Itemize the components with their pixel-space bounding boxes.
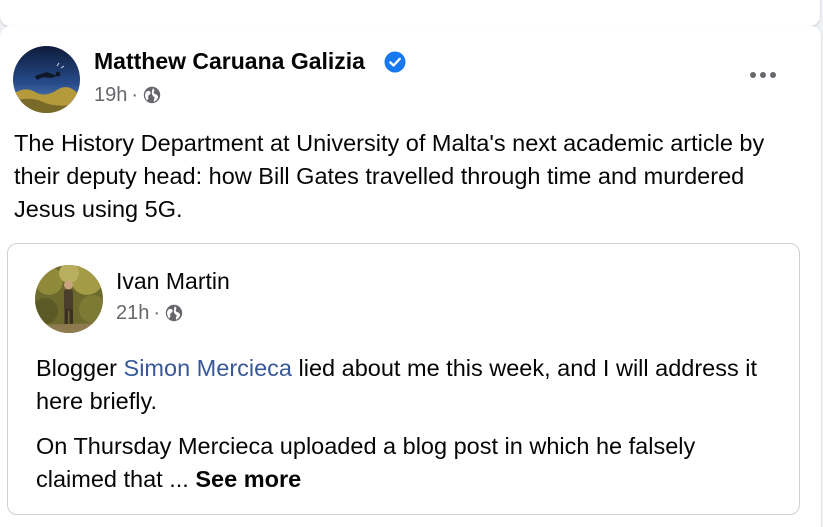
author-avatar[interactable] [13, 46, 80, 113]
more-options-icon[interactable] [740, 58, 786, 92]
post-timestamp[interactable]: 19h [94, 84, 127, 107]
author-name[interactable]: Matthew Caruana Galizia [94, 48, 365, 75]
text-segment: On Thursday Mercieca uploaded a blog pos… [36, 433, 696, 492]
dot [750, 72, 756, 78]
shared-post-timestamp[interactable]: 21h [116, 302, 149, 325]
dot [760, 72, 766, 78]
post-text: The History Department at University of … [14, 130, 765, 222]
shared-author-name[interactable]: Ivan Martin [116, 268, 230, 295]
shared-post[interactable]: Ivan Martin 21h · Blogger Simon Mercieca… [7, 243, 800, 515]
author-avatar-image [13, 46, 80, 113]
globe-icon[interactable] [164, 303, 184, 323]
shared-post-meta: 21h · [116, 301, 184, 325]
shared-author-avatar[interactable] [35, 265, 103, 333]
globe-icon[interactable] [142, 85, 162, 105]
previous-post-card [0, 0, 820, 26]
shared-paragraph-2: On Thursday Mercieca uploaded a blog pos… [36, 430, 776, 496]
meta-separator: · [153, 301, 161, 324]
verified-badge-icon [384, 51, 406, 73]
meta-separator: · [131, 83, 139, 106]
post-meta: 19h · [94, 83, 162, 107]
post-card: Matthew Caruana Galizia 19h · The Histor… [0, 26, 821, 527]
mention-link[interactable]: Simon Mercieca [124, 355, 292, 381]
dot [770, 72, 776, 78]
shared-author-avatar-image [35, 265, 103, 333]
shared-paragraph-1: Blogger Simon Mercieca lied about me thi… [36, 352, 776, 418]
see-more-link[interactable]: See more [195, 466, 301, 492]
shared-post-text: Blogger Simon Mercieca lied about me thi… [36, 352, 776, 496]
text-segment: Blogger [36, 355, 124, 381]
